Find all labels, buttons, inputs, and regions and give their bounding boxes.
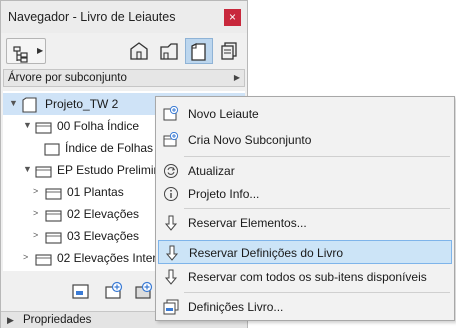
refresh-icon	[164, 164, 178, 178]
new-layout-icon[interactable]	[71, 281, 91, 301]
menu-item-new-subset[interactable]: Cria Novo Subconjunto	[158, 128, 452, 152]
subset-icon	[35, 122, 52, 134]
book-settings-icon	[163, 299, 179, 315]
tree-item-label: 02 Elevações	[67, 207, 140, 221]
reserve-arrow-icon	[165, 245, 179, 261]
tree-structure-icon	[13, 46, 28, 63]
chevron-right-icon: ▶	[37, 46, 44, 55]
subset-icon	[35, 166, 52, 178]
menu-item-reserve-all-subitems[interactable]: Reservar com todos os sub-itens disponív…	[158, 265, 452, 289]
menu-item-project-info[interactable]: Projeto Info...	[158, 182, 452, 206]
tree-item-label: EP Estudo Prelimina	[57, 163, 167, 177]
menu-item-book-settings[interactable]: Definições Livro...	[158, 295, 452, 319]
close-button[interactable]: ×	[224, 9, 241, 26]
tree-item-label: 00 Folha Índice	[57, 119, 140, 133]
publisher-sets-icon	[221, 42, 237, 60]
menu-item-label: Reservar Elementos...	[188, 216, 307, 230]
window-title: Navegador - Livro de Leiautes	[8, 10, 176, 24]
chevron-down-icon[interactable]: ▼	[9, 98, 18, 108]
menu-item-label: Atualizar	[188, 164, 235, 178]
dropdown-label: Árvore por subconjunto	[8, 72, 127, 84]
tree-item-label: Projeto_TW 2	[45, 97, 119, 111]
subset-icon	[35, 254, 52, 266]
menu-separator	[184, 292, 450, 293]
chevron-down-icon[interactable]: ▼	[23, 164, 32, 174]
context-menu: Novo Leiaute Cria Novo Subconjunto Atual…	[155, 96, 455, 321]
menu-item-label: Reservar com todos os sub-itens disponív…	[188, 270, 427, 284]
view-map-button[interactable]	[156, 38, 182, 64]
menu-item-refresh[interactable]: Atualizar	[158, 159, 452, 183]
project-map-button[interactable]	[126, 38, 152, 64]
chevron-right-icon: ▶	[7, 315, 14, 325]
new-master-icon[interactable]	[134, 281, 154, 301]
layout-book-button[interactable]	[185, 38, 213, 64]
subset-icon	[45, 210, 62, 222]
layout-book-icon	[191, 43, 206, 61]
menu-item-label: Reservar Definições do Livro	[189, 246, 344, 260]
close-icon[interactable]: ×	[229, 10, 236, 24]
menu-separator	[184, 156, 450, 157]
subset-icon	[45, 232, 62, 244]
info-icon	[164, 187, 178, 201]
reserve-arrow-icon	[164, 215, 178, 231]
layout-icon	[44, 143, 60, 156]
title-bar: Navegador - Livro de Leiautes ×	[1, 1, 247, 33]
chevron-down-icon[interactable]: ▼	[23, 120, 32, 130]
tree-item-label: Índice de Folhas	[65, 141, 154, 155]
new-subset-icon	[163, 132, 179, 147]
menu-separator	[184, 208, 450, 209]
project-map-icon	[130, 42, 148, 60]
subset-icon	[45, 188, 62, 200]
layout-book-icon	[22, 97, 37, 113]
tree-item-label: 02 Elevações Interio	[57, 251, 166, 265]
properties-label: Propriedades	[23, 314, 92, 326]
publisher-sets-button[interactable]	[216, 38, 242, 64]
chevron-right-icon[interactable]: >	[23, 252, 28, 262]
chevron-right-icon[interactable]: >	[33, 186, 38, 196]
menu-item-label: Projeto Info...	[188, 187, 260, 201]
menu-item-label: Novo Leiaute	[188, 107, 259, 121]
navigator-toolbar: ▶	[1, 33, 247, 67]
chevron-right-icon: ▶	[233, 73, 240, 82]
menu-item-label: Cria Novo Subconjunto	[188, 133, 312, 147]
reserve-arrow-icon	[164, 269, 178, 285]
menu-item-new-layout[interactable]: Novo Leiaute	[158, 102, 452, 126]
menu-item-reserve-book-settings[interactable]: Reservar Definições do Livro	[158, 240, 452, 264]
tree-view-button[interactable]: ▶	[6, 38, 46, 64]
tree-item-label: 03 Elevações	[67, 229, 140, 243]
view-map-icon	[160, 43, 178, 60]
view-mode-dropdown[interactable]: Árvore por subconjunto ▶	[3, 69, 245, 87]
chevron-right-icon[interactable]: >	[33, 230, 38, 240]
tree-item-label: 01 Plantas	[67, 185, 124, 199]
new-layout-icon	[163, 106, 179, 121]
new-subset-icon[interactable]	[104, 281, 124, 301]
menu-item-label: Definições Livro...	[188, 300, 284, 314]
chevron-right-icon[interactable]: >	[33, 208, 38, 218]
menu-item-reserve-elements[interactable]: Reservar Elementos...	[158, 211, 452, 235]
